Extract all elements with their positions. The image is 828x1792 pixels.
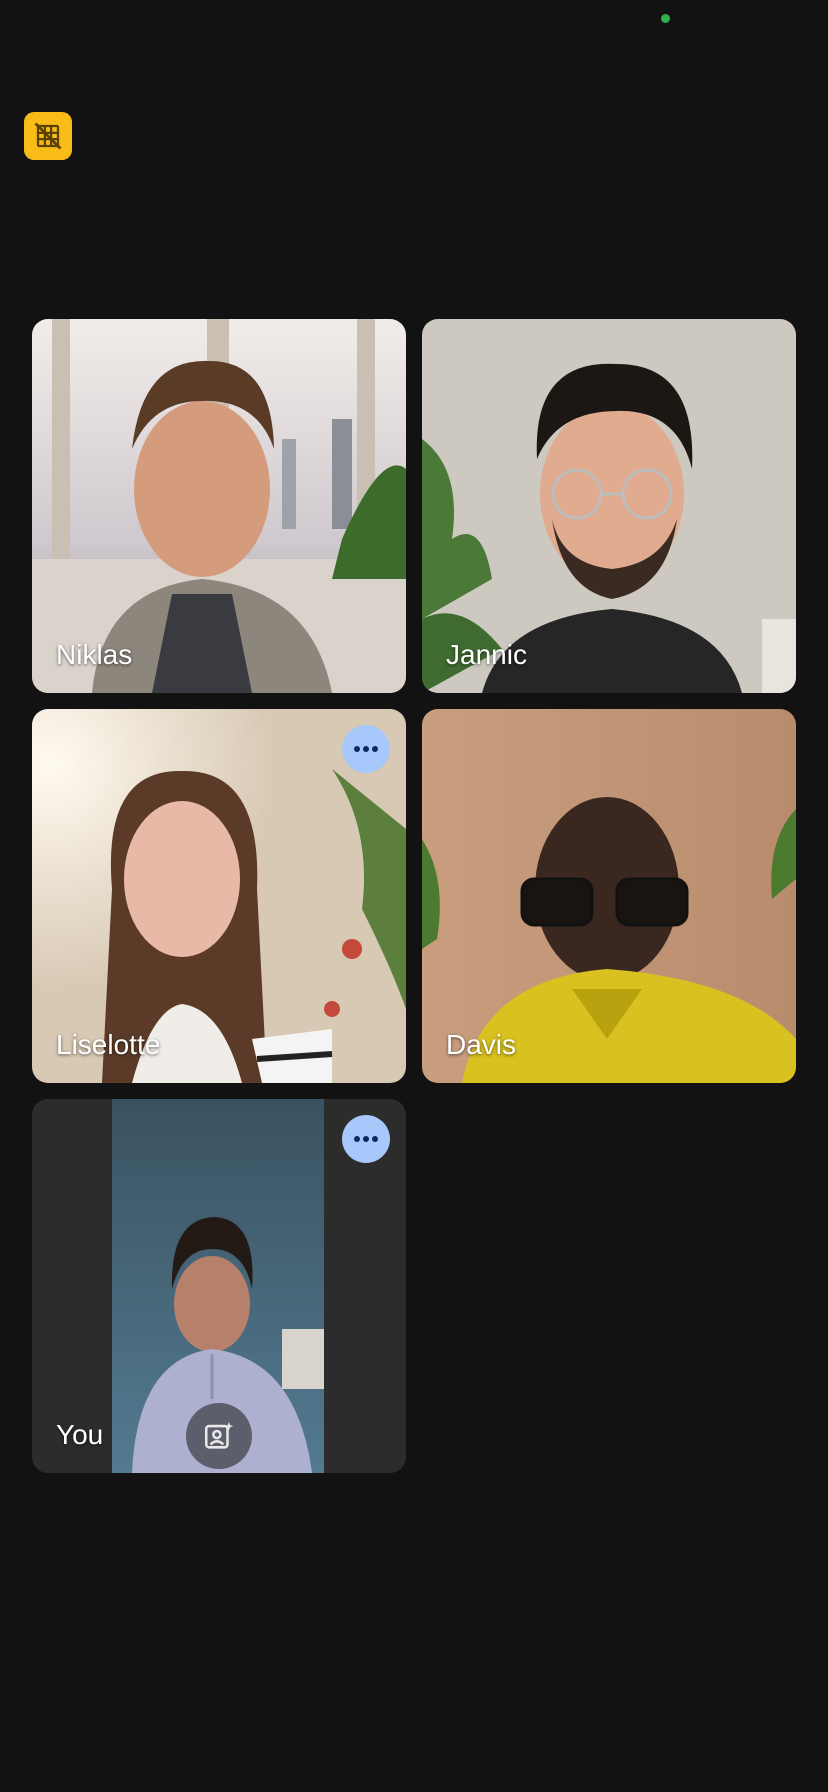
participant-tile-jannic[interactable]: Jannic (422, 319, 796, 693)
video-feed (32, 319, 406, 693)
recording-badge[interactable] (24, 112, 72, 160)
participant-name: Niklas (56, 639, 133, 670)
participant-tile-niklas[interactable]: Niklas (32, 319, 406, 693)
video-feed (422, 709, 796, 1083)
participant-name: Liselotte (56, 1029, 161, 1060)
meeting-screen: Niklas Jannic Liselotte Davis You (0, 0, 828, 1792)
more-options-button[interactable] (342, 1115, 390, 1163)
portrait-sparkle-icon (204, 1421, 234, 1449)
participant-name: You (56, 1419, 104, 1450)
more-options-button[interactable] (342, 725, 390, 773)
participant-tile-davis[interactable]: Davis (422, 709, 796, 1083)
visual-effects-button[interactable] (186, 1403, 252, 1469)
grid-off-icon (34, 122, 62, 150)
participant-tile-self[interactable]: You (32, 1099, 406, 1473)
video-feed (422, 319, 796, 693)
participant-tile-liselotte[interactable]: Liselotte (32, 709, 406, 1083)
participant-name: Jannic (446, 639, 527, 670)
more-horizontal-icon (354, 746, 378, 752)
more-horizontal-icon (354, 1136, 378, 1142)
participant-name: Davis (446, 1029, 517, 1060)
privacy-indicator-dot (661, 14, 670, 23)
